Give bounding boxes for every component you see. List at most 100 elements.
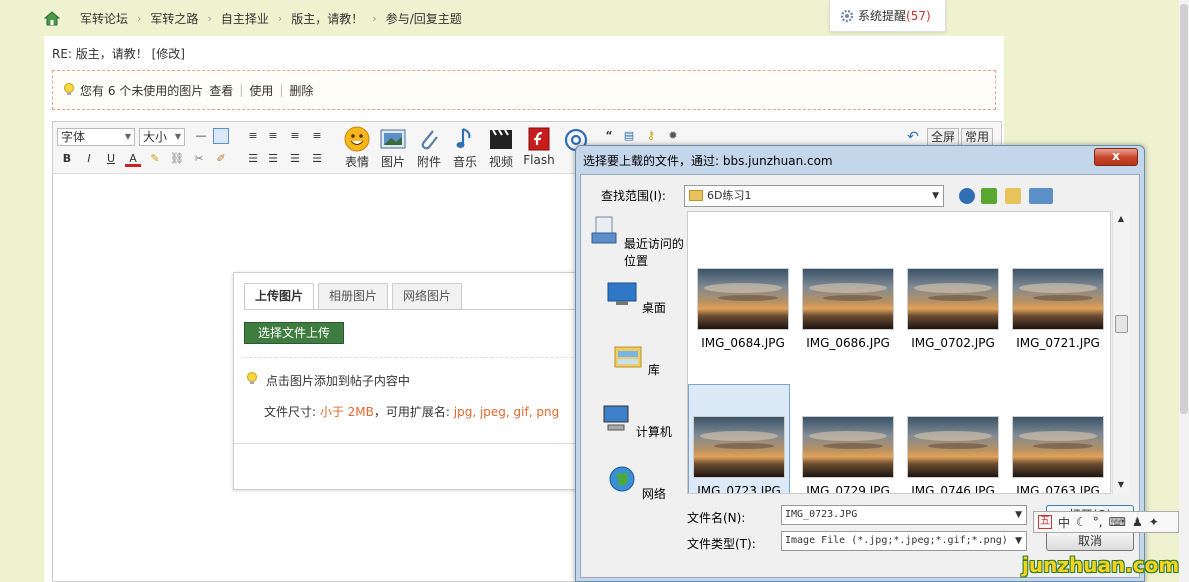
- size-select[interactable]: 大小 ▼: [139, 128, 185, 146]
- file-item[interactable]: IMG_0721.JPG: [1007, 268, 1109, 350]
- align-right-icon[interactable]: ≡: [287, 128, 303, 144]
- breadcrumb-item[interactable]: 自主择业: [221, 10, 269, 27]
- outdent-icon[interactable]: ☰: [265, 151, 281, 167]
- lookin-select[interactable]: 6D练习1 ▼: [684, 185, 944, 207]
- file-item[interactable]: IMG_0684.JPG: [692, 268, 794, 350]
- divider: [234, 443, 632, 444]
- file-list-scrollbar[interactable]: ▲ ▼: [1112, 211, 1129, 494]
- place-desktop[interactable]: 桌面: [587, 279, 685, 316]
- breadcrumb-item[interactable]: 军转之路: [150, 10, 198, 27]
- ime-badge[interactable]: 五: [1038, 515, 1052, 529]
- file-name: IMG_0686.JPG: [806, 336, 890, 350]
- back-icon[interactable]: [959, 188, 975, 204]
- tab-web-image[interactable]: 网络图片: [392, 283, 463, 309]
- punctuation-icon[interactable]: °,: [1093, 515, 1103, 529]
- image-upload-panel: 上传图片 相册图片 网络图片 选择文件上传 点击图片添加到帖子内容中 文件尺寸:…: [233, 272, 633, 490]
- attachment-button[interactable]: 附件: [411, 125, 447, 170]
- file-name: IMG_0763.JPG: [1016, 484, 1100, 494]
- place-recent[interactable]: 最近访问的位置: [587, 215, 685, 269]
- unlink-icon[interactable]: ✂: [191, 151, 207, 167]
- quote-icon[interactable]: “: [601, 128, 617, 144]
- breadcrumb-item[interactable]: 版主，请教！: [291, 10, 363, 27]
- font-select[interactable]: 字体 ▼: [57, 128, 135, 146]
- recent-places-icon: [591, 216, 617, 244]
- ordered-list-icon[interactable]: ☰: [245, 151, 261, 167]
- breadcrumb-separator: ›: [277, 11, 283, 25]
- view-menu-icon[interactable]: [1029, 188, 1053, 204]
- half-width-moon-icon[interactable]: ☾: [1076, 515, 1087, 529]
- scrollbar-thumb[interactable]: [1115, 315, 1128, 333]
- keyboard-icon[interactable]: ⌨: [1109, 515, 1126, 529]
- table-icon[interactable]: [213, 128, 229, 144]
- highlight-icon[interactable]: ✎: [147, 151, 163, 167]
- scrollbar-thumb[interactable]: [1180, 4, 1188, 414]
- file-item-selected[interactable]: IMG_0723.JPG: [688, 384, 790, 494]
- font-select-label: 字体: [61, 130, 86, 144]
- image-button[interactable]: 图片: [375, 125, 411, 170]
- place-network[interactable]: 网络: [587, 465, 685, 502]
- code-icon[interactable]: ▤: [621, 128, 637, 144]
- chevron-down-icon: ▼: [174, 132, 181, 141]
- place-computer[interactable]: 计算机: [587, 403, 685, 440]
- image-thumbnail: [907, 416, 999, 478]
- use-link[interactable]: 使用: [249, 82, 273, 99]
- close-button[interactable]: x: [1094, 148, 1138, 166]
- ime-toolbar[interactable]: 五 中 ☾ °, ⌨ ♟ ✦: [1033, 511, 1179, 533]
- file-item[interactable]: IMG_0763.JPG: [1007, 416, 1109, 494]
- horizontal-rule-icon[interactable]: —: [193, 128, 209, 144]
- film-reel-icon[interactable]: ✹: [665, 128, 681, 144]
- key-icon[interactable]: ⚷: [643, 128, 659, 144]
- filename-input[interactable]: IMG_0723.JPG ▼: [781, 505, 1027, 525]
- view-link[interactable]: 查看: [209, 82, 233, 99]
- indent-icon[interactable]: ☰: [287, 151, 303, 167]
- size-select-label: 大小: [143, 130, 168, 144]
- chevron-down-icon: ▼: [1015, 536, 1022, 546]
- italic-button[interactable]: I: [81, 151, 97, 167]
- file-item[interactable]: IMG_0686.JPG: [797, 268, 899, 350]
- underline-button[interactable]: U: [103, 151, 119, 167]
- flash-button[interactable]: Flash: [519, 125, 559, 167]
- undo-icon[interactable]: ↶: [905, 129, 921, 145]
- tab-album-image[interactable]: 相册图片: [318, 283, 389, 309]
- filetype-select[interactable]: Image File (*.jpg;*.jpeg;*.gif;*.png) ▼: [781, 531, 1027, 551]
- wrench-icon[interactable]: ✦: [1149, 515, 1159, 529]
- music-button[interactable]: 音乐: [447, 125, 483, 170]
- user-icon[interactable]: ♟: [1132, 515, 1143, 529]
- font-color-button[interactable]: A: [125, 151, 141, 167]
- choose-file-button[interactable]: 选择文件上传: [244, 322, 344, 344]
- cancel-button[interactable]: 取消: [1046, 531, 1134, 551]
- file-item[interactable]: IMG_0729.JPG: [797, 416, 899, 493]
- scroll-up-icon[interactable]: ▲: [1113, 211, 1129, 227]
- file-item[interactable]: IMG_0702.JPG: [902, 268, 1004, 350]
- filetype-value: Image File (*.jpg;*.jpeg;*.gif;*.png): [785, 535, 1008, 546]
- file-item[interactable]: IMG_0746.JPG: [902, 416, 1004, 493]
- unordered-list-icon[interactable]: ☰: [309, 151, 325, 167]
- bold-button[interactable]: B: [59, 151, 75, 167]
- breadcrumb-item[interactable]: 军转论坛: [80, 10, 128, 27]
- place-library[interactable]: 库: [587, 341, 685, 378]
- file-name: IMG_0723.JPG: [697, 484, 781, 494]
- ime-mode[interactable]: 中: [1058, 514, 1070, 531]
- clear-format-icon[interactable]: ✐: [213, 151, 229, 167]
- fullscreen-button[interactable]: 全屏: [927, 128, 960, 146]
- delete-link[interactable]: 删除: [289, 82, 313, 99]
- emoticon-button[interactable]: 表情: [339, 125, 375, 170]
- link-icon[interactable]: ⛓: [169, 151, 185, 167]
- system-notice[interactable]: 系统提醒 (57): [829, 0, 946, 32]
- breadcrumb-item-current: 参与/回复主题: [385, 11, 462, 26]
- lightbulb-icon: [64, 83, 74, 95]
- align-left-icon[interactable]: ≡: [245, 128, 261, 144]
- align-center-icon[interactable]: ≡: [265, 128, 281, 144]
- align-justify-icon[interactable]: ≡: [309, 128, 325, 144]
- unused-images-notice: 您有 6 个未使用的图片 查看 | 使用 | 删除: [52, 70, 996, 110]
- new-folder-icon[interactable]: [1005, 188, 1021, 204]
- tab-upload-image[interactable]: 上传图片: [244, 283, 315, 309]
- chevron-down-icon: ▼: [932, 191, 939, 201]
- video-button[interactable]: 视频: [483, 125, 519, 170]
- lightbulb-icon: [247, 372, 257, 384]
- scroll-down-icon[interactable]: ▼: [1113, 477, 1129, 493]
- home-icon[interactable]: [44, 10, 60, 26]
- common-button[interactable]: 常用: [961, 128, 994, 146]
- up-folder-icon[interactable]: [981, 188, 997, 204]
- page-scrollbar[interactable]: [1179, 0, 1189, 582]
